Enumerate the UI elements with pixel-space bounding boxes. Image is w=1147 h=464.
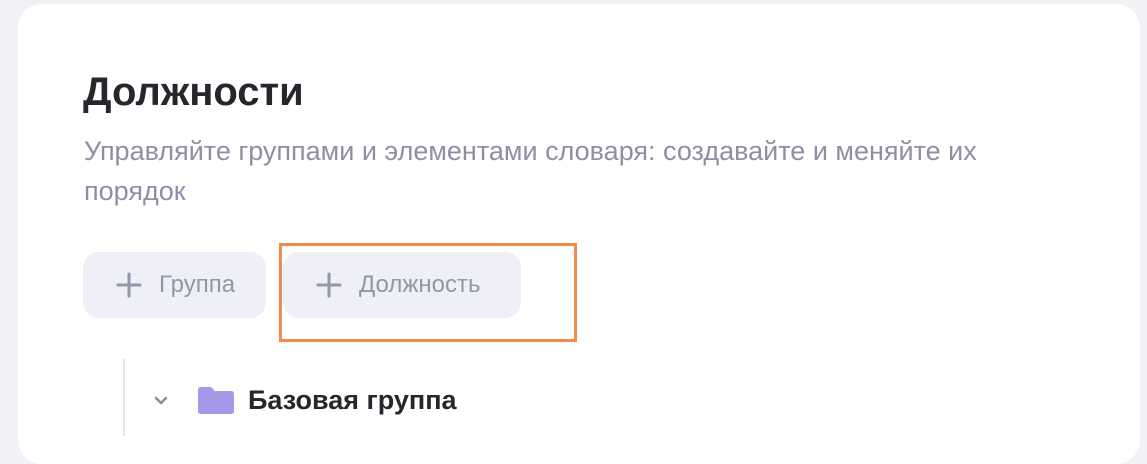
tree-group-row[interactable]: Базовая группа [150, 378, 457, 422]
add-position-button[interactable]: Должность [283, 252, 521, 318]
tree-guide-line [123, 359, 125, 436]
plus-icon [316, 272, 342, 298]
add-group-button[interactable]: Группа [83, 252, 266, 318]
add-group-label: Группа [159, 271, 236, 298]
plus-icon [116, 272, 142, 298]
folder-icon [198, 387, 234, 414]
add-position-label: Должность [359, 271, 481, 298]
page-title: Должности [83, 70, 304, 114]
chevron-down-icon[interactable] [150, 389, 172, 411]
page-subtitle: Управляйте группами и элементами словаря… [84, 136, 977, 206]
tree-group-name: Базовая группа [248, 384, 457, 415]
